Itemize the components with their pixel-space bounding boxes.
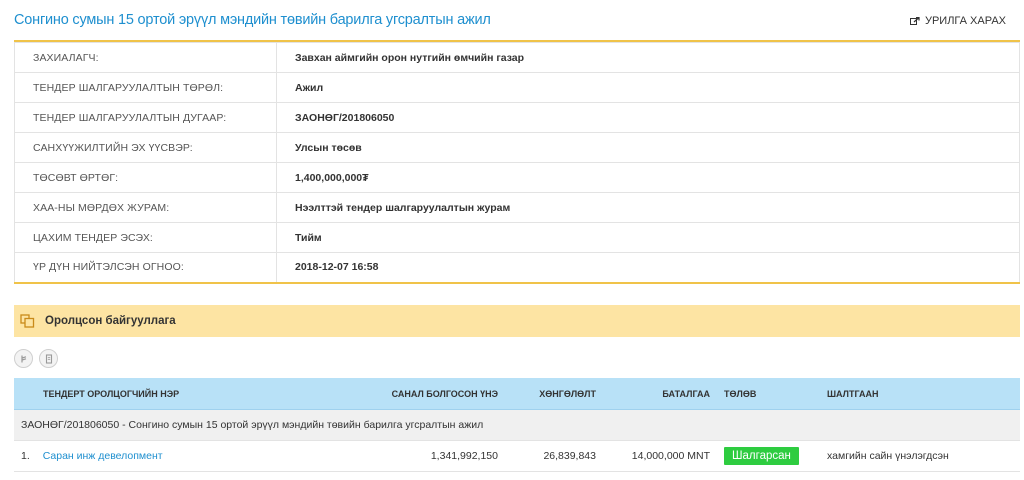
column-header-bid: САНАЛ БОЛГОСОН ҮНЭ — [328, 378, 498, 410]
status-badge: Шалгарсан — [724, 447, 799, 465]
info-label: ҮР ДҮН НИЙТЭЛСЭН ОГНОО: — [14, 252, 277, 284]
info-label: САНХҮҮЖИЛТИЙН ЭХ ҮҮСВЭР: — [14, 132, 277, 163]
participants-section-header: Оролцсон байгууллага — [14, 305, 1020, 337]
info-row-number: ТЕНДЕР ШАЛГАРУУЛАЛТЫН ДУГААР: ЗАОНӨГ/201… — [14, 102, 1020, 133]
info-value: Нээлттэй тендер шалгаруулалтын журам — [276, 192, 1020, 223]
info-value: Тийм — [276, 222, 1020, 253]
info-label: ТЕНДЕР ШАЛГАРУУЛАЛТЫН ТӨРӨЛ: — [14, 72, 277, 103]
view-invitation-label: УРИЛГА ХАРАХ — [924, 15, 1006, 27]
info-value: Улсын төсөв — [276, 132, 1020, 163]
bidder-name-link[interactable]: Саран инж девелопмент — [43, 450, 163, 462]
tender-info-table: ЗАХИАЛАГЧ: Завхан аймгийн орон нутгийн ө… — [14, 42, 1020, 284]
info-row-type: ТЕНДЕР ШАЛГАРУУЛАЛТЫН ТӨРӨЛ: Ажил — [14, 72, 1020, 103]
tender-group-row: ЗАОНӨГ/201806050 - Сонгино сумын 15 орто… — [14, 409, 1020, 441]
info-value: 2018-12-07 16:58 — [276, 252, 1020, 284]
info-row-funding: САНХҮҮЖИЛТИЙН ЭХ ҮҮСВЭР: Улсын төсөв — [14, 132, 1020, 163]
page-title: Сонгино сумын 15 ортой эрүүл мэндийн төв… — [14, 12, 491, 28]
info-row-customer: ЗАХИАЛАГЧ: Завхан аймгийн орон нутгийн ө… — [14, 42, 1020, 73]
column-header-discount: ХӨНГӨЛӨЛТ — [498, 378, 596, 410]
table-row: 1. Саран инж девелопмент 1,341,992,150 2… — [14, 440, 1020, 472]
participants-section-title: Оролцсон байгууллага — [45, 315, 176, 327]
info-label: ХАА-НЫ МӨРДӨХ ЖУРАМ: — [14, 192, 277, 223]
guarantee-amount: 14,000,000 MNT — [596, 440, 710, 472]
status-cell: Шалгарсан — [710, 440, 827, 472]
info-label: ТӨСӨВТ ӨРТӨГ: — [14, 162, 277, 193]
discount-amount: 26,839,843 — [498, 440, 596, 472]
participants-table: ТЕНДЕРТ ОРОЛЦОГЧИЙН НЭР САНАЛ БОЛГОСОН Ү… — [14, 378, 1020, 472]
info-label: ЦАХИМ ТЕНДЕР ЭСЭХ: — [14, 222, 277, 253]
view-invitation-link[interactable]: УРИЛГА ХАРАХ — [909, 15, 1006, 27]
info-value: Ажил — [276, 72, 1020, 103]
info-value: 1,400,000,000₮ — [276, 162, 1020, 193]
info-row-result-date: ҮР ДҮН НИЙТЭЛСЭН ОГНОО: 2018-12-07 16:58 — [14, 252, 1020, 284]
tender-group-label: ЗАОНӨГ/201806050 - Сонгино сумын 15 орто… — [14, 409, 1020, 441]
currency-button[interactable] — [14, 349, 33, 368]
copy-icon — [20, 314, 35, 328]
column-header-reason: ШАЛТГААН — [827, 378, 1020, 410]
info-row-e-tender: ЦАХИМ ТЕНДЕР ЭСЭХ: Тийм — [14, 222, 1020, 253]
column-header-guarantee: БАТАЛГАА — [596, 378, 710, 410]
bidder-name-cell: 1. Саран инж девелопмент — [14, 440, 328, 472]
info-row-procedure: ХАА-НЫ МӨРДӨХ ЖУРАМ: Нээлттэй тендер шал… — [14, 192, 1020, 223]
document-icon — [45, 353, 52, 364]
bid-amount: 1,341,992,150 — [328, 440, 498, 472]
row-index: 1. — [21, 450, 30, 462]
document-button[interactable] — [39, 349, 58, 368]
page-header: Сонгино сумын 15 ортой эрүүл мэндийн төв… — [14, 8, 1020, 42]
column-header-name: ТЕНДЕРТ ОРОЛЦОГЧИЙН НЭР — [14, 378, 328, 410]
currency-icon — [20, 355, 26, 362]
info-row-budget: ТӨСӨВТ ӨРТӨГ: 1,400,000,000₮ — [14, 162, 1020, 193]
info-value: ЗАОНӨГ/201806050 — [276, 102, 1020, 133]
participants-table-header: ТЕНДЕРТ ОРОЛЦОГЧИЙН НЭР САНАЛ БОЛГОСОН Ү… — [14, 378, 1020, 410]
reason-text: хамгийн сайн үнэлэгдсэн — [827, 440, 1020, 472]
info-label: ЗАХИАЛАГЧ: — [14, 42, 277, 73]
info-value: Завхан аймгийн орон нутгийн өмчийн газар — [276, 42, 1020, 73]
column-header-status: ТӨЛӨВ — [710, 378, 827, 410]
external-link-icon — [909, 16, 920, 25]
info-label: ТЕНДЕР ШАЛГАРУУЛАЛТЫН ДУГААР: — [14, 102, 277, 133]
